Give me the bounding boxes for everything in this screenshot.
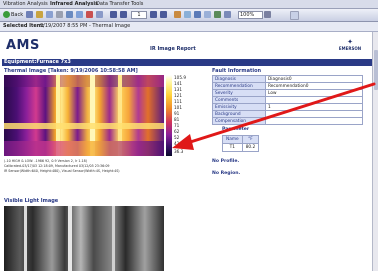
image-meta-line: (-10 HIGH & LOW: -1986 92, 0.9 Version 2…	[4, 159, 87, 163]
thermal-image	[4, 75, 164, 156]
emerson-mark-icon: ✦	[347, 38, 353, 46]
no-region-text: No Region.	[212, 171, 241, 176]
tab-data-transfer[interactable]: Data Transfer	[96, 1, 130, 7]
grid-icon[interactable]	[204, 11, 211, 18]
selected-item-label: Selected Item:	[3, 23, 45, 29]
report-title: IR Image Report	[150, 46, 196, 52]
export-icon[interactable]	[96, 11, 103, 18]
equipment-bar: Equipment:Furnace 7x3	[2, 59, 372, 66]
tab-infrared-analysis[interactable]: Infrared Analysis	[50, 1, 98, 7]
last-page-icon[interactable]	[160, 11, 167, 18]
back-button[interactable]: Back	[11, 11, 23, 19]
visible-highlight	[24, 206, 27, 271]
visible-highlight	[68, 206, 72, 271]
scale-label: 105.9	[174, 75, 186, 80]
layout-icon[interactable]	[174, 11, 181, 18]
image-meta-line: Calibrated-03/17/03 12:18:09, Manufactur…	[4, 164, 110, 168]
tab-tools[interactable]: Tools	[131, 1, 143, 7]
refresh-icon[interactable]	[56, 11, 63, 18]
emerson-wordmark: EMERSON	[338, 46, 362, 51]
folder-icon[interactable]	[36, 11, 43, 18]
print-icon[interactable]	[46, 11, 53, 18]
zoom-dropdown-icon[interactable]	[264, 11, 271, 18]
no-profile-text: No Profile.	[212, 159, 240, 164]
toolbar-field[interactable]	[290, 11, 299, 20]
page-number-input[interactable]: 1	[131, 11, 147, 19]
tab-vibration-analysis[interactable]: Vibration Analysis	[3, 1, 48, 7]
menu-bar: Vibration Analysis Infrared Analysis Dat…	[0, 0, 378, 9]
thermal-hot-band	[4, 123, 164, 129]
first-page-icon[interactable]	[110, 11, 117, 18]
zoom-select[interactable]: 100%	[238, 11, 263, 19]
image-meta-line: IR Sensor(Width:640, Height:480), Visual…	[4, 169, 120, 173]
view-icon[interactable]	[194, 11, 201, 18]
back-arrow-icon[interactable]	[3, 11, 10, 18]
toolbar: Back 1 100%	[0, 9, 378, 22]
thermal-band	[4, 141, 164, 156]
page-setup-icon[interactable]	[184, 11, 191, 18]
forward-icon[interactable]	[26, 11, 33, 18]
search-icon[interactable]	[66, 11, 73, 18]
emerson-logo: ✦ EMERSON	[336, 38, 364, 51]
thermal-band	[4, 75, 164, 87]
selected-item-value: 3/19/2007 8:55 PM - Thermal Image	[40, 23, 131, 29]
prev-page-icon[interactable]	[120, 11, 127, 18]
thermal-image-title: Thermal Image [Taken: 9/19/2006 10:58:58…	[4, 68, 138, 74]
next-page-icon[interactable]	[150, 11, 157, 18]
stop-icon[interactable]	[86, 11, 93, 18]
selected-item-bar: Selected Item: 3/19/2007 8:55 PM - Therm…	[0, 22, 378, 32]
visible-image-title: Visible Light Image	[4, 198, 59, 204]
zoom-icon[interactable]	[76, 11, 83, 18]
annotation-arrow-icon	[172, 82, 376, 150]
visible-light-image	[4, 206, 164, 271]
settings-icon[interactable]	[224, 11, 231, 18]
fault-info-title: Fault Information	[212, 68, 262, 74]
visible-highlight	[112, 206, 115, 271]
ams-logo: AMS	[6, 38, 40, 53]
chart-icon[interactable]	[214, 11, 221, 18]
